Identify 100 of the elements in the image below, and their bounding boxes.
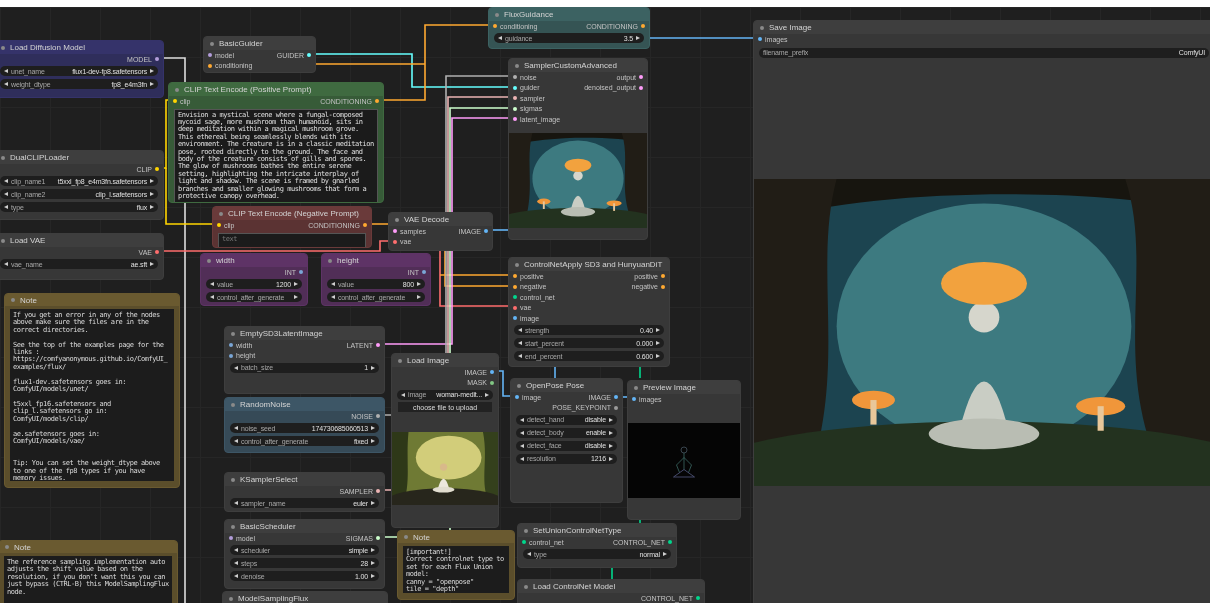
- socket-icon[interactable]: [217, 223, 221, 228]
- left-arrow-icon[interactable]: [331, 295, 335, 299]
- left-arrow-icon[interactable]: [4, 262, 8, 266]
- node-header[interactable]: CLIP Text Encode (Positive Prompt): [169, 83, 383, 96]
- left-arrow-icon[interactable]: [210, 282, 214, 286]
- node-header[interactable]: FluxGuidance: [489, 8, 649, 21]
- collapse-dot-icon[interactable]: [219, 211, 223, 216]
- collapse-dot-icon[interactable]: [524, 584, 528, 589]
- socket-icon[interactable]: [513, 284, 517, 289]
- node-header[interactable]: ControlNetApply SD3 and HunyuanDiT: [509, 258, 669, 271]
- collapse-dot-icon[interactable]: [517, 383, 521, 388]
- right-arrow-icon[interactable]: [609, 443, 613, 448]
- right-arrow-icon[interactable]: [371, 439, 375, 443]
- node-header[interactable]: BasicScheduler: [225, 520, 384, 533]
- socket-icon[interactable]: [758, 37, 762, 42]
- left-arrow-icon[interactable]: [234, 574, 238, 578]
- socket-icon[interactable]: [614, 405, 618, 410]
- socket-icon[interactable]: [513, 106, 517, 111]
- right-arrow-icon[interactable]: [609, 417, 613, 422]
- left-arrow-icon[interactable]: [4, 82, 8, 86]
- socket-icon[interactable]: [422, 270, 426, 275]
- socket-icon[interactable]: [490, 380, 494, 385]
- right-arrow-icon[interactable]: [294, 295, 298, 299]
- node-header[interactable]: BasicGuider: [204, 37, 315, 50]
- right-arrow-icon[interactable]: [150, 262, 154, 266]
- socket-icon[interactable]: [513, 75, 517, 80]
- socket-icon[interactable]: [513, 96, 517, 101]
- left-arrow-icon[interactable]: [518, 341, 522, 345]
- node-header[interactable]: CLIP Text Encode (Negative Prompt): [213, 207, 371, 220]
- collapse-dot-icon[interactable]: [11, 298, 15, 302]
- collapse-dot-icon[interactable]: [175, 87, 179, 92]
- socket-icon[interactable]: [155, 57, 159, 62]
- collapse-dot-icon[interactable]: [395, 217, 399, 222]
- socket-icon[interactable]: [513, 274, 517, 279]
- collapse-dot-icon[interactable]: [5, 545, 9, 549]
- right-arrow-icon[interactable]: [371, 501, 375, 505]
- socket-icon[interactable]: [363, 223, 367, 228]
- collapse-dot-icon[interactable]: [404, 535, 408, 539]
- socket-icon[interactable]: [229, 536, 233, 541]
- left-arrow-icon[interactable]: [331, 282, 335, 286]
- socket-icon[interactable]: [208, 53, 212, 58]
- left-arrow-icon[interactable]: [234, 561, 238, 565]
- node-header[interactable]: Load Image: [392, 354, 498, 367]
- socket-icon[interactable]: [632, 397, 636, 402]
- node-header[interactable]: Note: [398, 531, 514, 543]
- left-arrow-icon[interactable]: [4, 205, 8, 209]
- socket-icon[interactable]: [208, 63, 212, 68]
- left-arrow-icon[interactable]: [210, 295, 214, 299]
- socket-icon[interactable]: [661, 284, 665, 289]
- right-arrow-icon[interactable]: [609, 456, 613, 461]
- socket-icon[interactable]: [173, 99, 177, 104]
- left-arrow-icon[interactable]: [520, 430, 524, 435]
- left-arrow-icon[interactable]: [518, 354, 522, 358]
- left-arrow-icon[interactable]: [518, 328, 522, 332]
- left-arrow-icon[interactable]: [4, 179, 8, 183]
- socket-icon[interactable]: [696, 596, 700, 601]
- socket-icon[interactable]: [661, 274, 665, 279]
- socket-icon[interactable]: [229, 353, 233, 358]
- collapse-dot-icon[interactable]: [495, 12, 499, 17]
- socket-icon[interactable]: [614, 395, 618, 400]
- socket-icon[interactable]: [639, 75, 643, 80]
- socket-icon[interactable]: [393, 229, 397, 234]
- right-arrow-icon[interactable]: [371, 365, 375, 370]
- left-arrow-icon[interactable]: [234, 365, 238, 370]
- right-arrow-icon[interactable]: [417, 295, 421, 299]
- node-header[interactable]: Note: [5, 294, 179, 306]
- right-arrow-icon[interactable]: [656, 328, 660, 332]
- right-arrow-icon[interactable]: [371, 561, 375, 565]
- socket-icon[interactable]: [155, 250, 159, 255]
- left-arrow-icon[interactable]: [520, 417, 524, 422]
- right-arrow-icon[interactable]: [609, 430, 613, 435]
- node-header[interactable]: Save Image: [754, 21, 1210, 34]
- node-header[interactable]: width: [201, 254, 307, 267]
- node-header[interactable]: Preview Image: [628, 381, 740, 394]
- socket-icon[interactable]: [668, 540, 672, 545]
- node-header[interactable]: SetUnionControlNetType: [518, 524, 676, 537]
- left-arrow-icon[interactable]: [527, 552, 531, 556]
- right-arrow-icon[interactable]: [294, 282, 298, 286]
- collapse-dot-icon[interactable]: [1, 155, 5, 160]
- collapse-dot-icon[interactable]: [515, 63, 519, 68]
- node-header[interactable]: Load ControlNet Model: [518, 580, 704, 593]
- socket-icon[interactable]: [513, 295, 517, 300]
- collapse-dot-icon[interactable]: [398, 358, 402, 363]
- collapse-dot-icon[interactable]: [634, 385, 638, 390]
- collapse-dot-icon[interactable]: [231, 331, 235, 336]
- socket-icon[interactable]: [393, 239, 397, 244]
- node-header[interactable]: RandomNoise: [225, 398, 384, 411]
- node-header[interactable]: OpenPose Pose: [511, 379, 622, 392]
- right-arrow-icon[interactable]: [150, 179, 154, 183]
- left-arrow-icon[interactable]: [520, 443, 524, 448]
- left-arrow-icon[interactable]: [4, 69, 8, 73]
- socket-icon[interactable]: [513, 305, 517, 310]
- right-arrow-icon[interactable]: [656, 354, 660, 358]
- socket-icon[interactable]: [515, 395, 519, 400]
- node-header[interactable]: height: [322, 254, 430, 267]
- collapse-dot-icon[interactable]: [515, 262, 519, 267]
- right-arrow-icon[interactable]: [371, 426, 375, 430]
- left-arrow-icon[interactable]: [234, 501, 238, 505]
- socket-icon[interactable]: [639, 85, 643, 90]
- socket-icon[interactable]: [307, 53, 311, 58]
